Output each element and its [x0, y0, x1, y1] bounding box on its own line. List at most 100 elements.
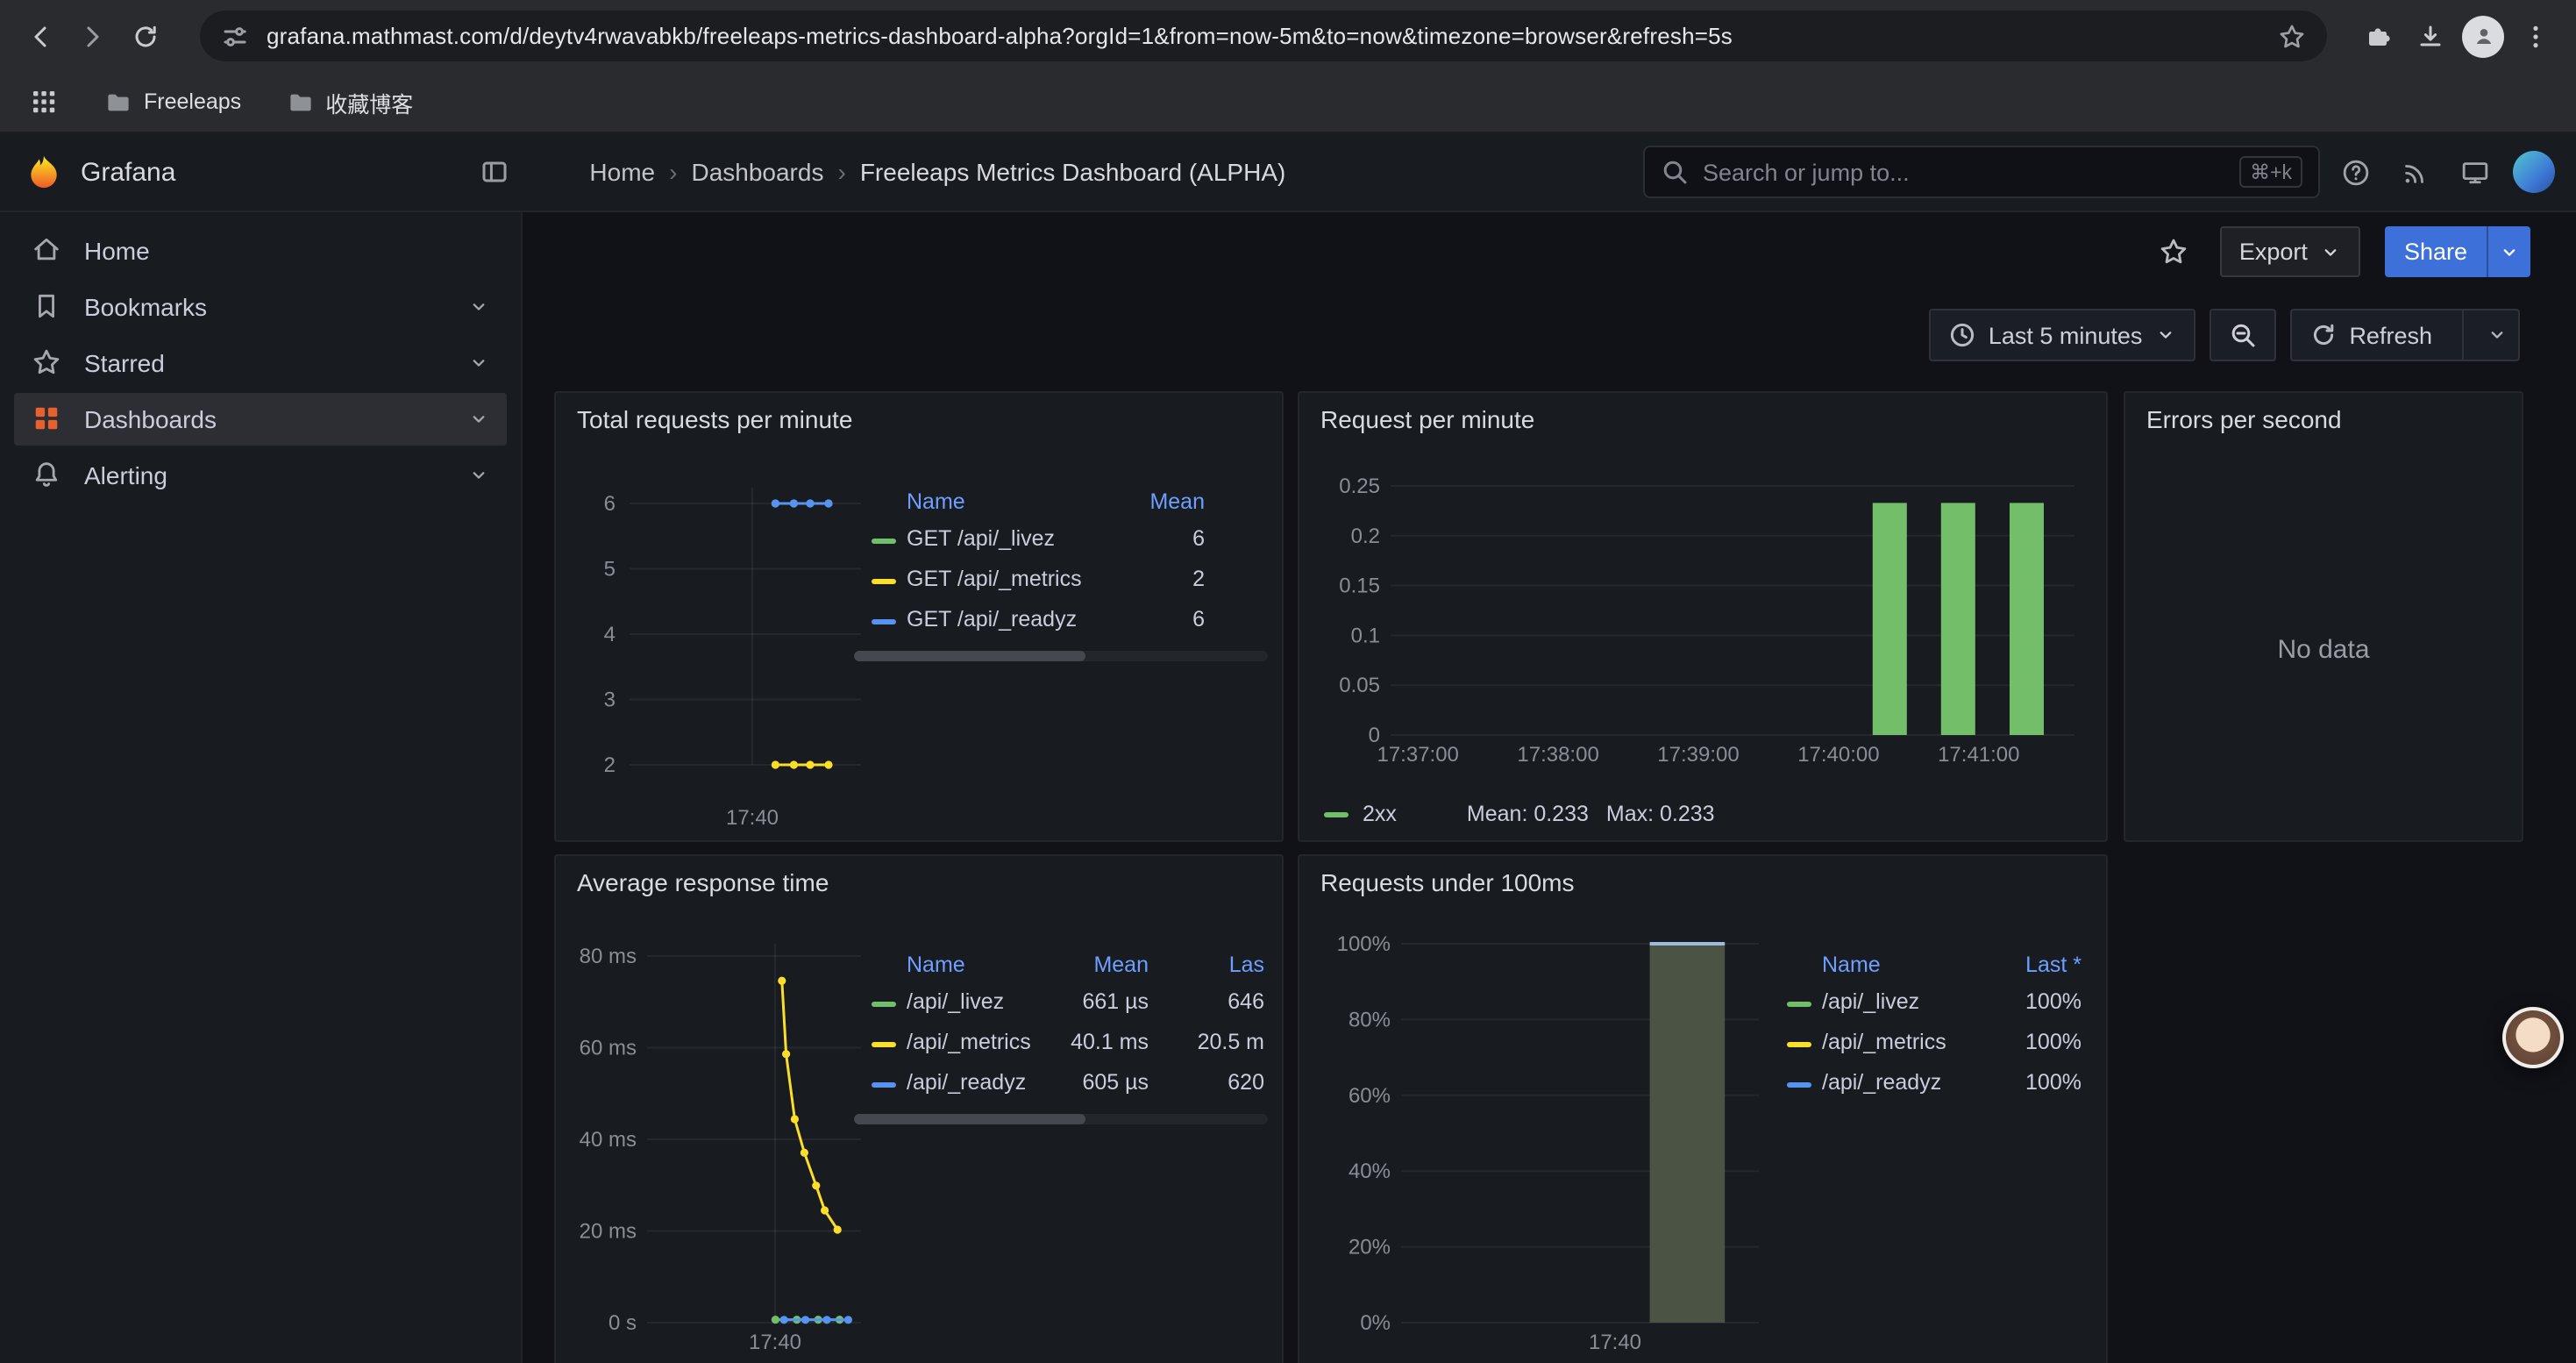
panel-title[interactable]: Errors per second — [2125, 393, 2522, 433]
legend-col-last[interactable]: Last * — [2025, 953, 2081, 977]
panel-title[interactable]: Request per minute — [1299, 393, 2106, 433]
chevron-down-icon[interactable] — [468, 296, 489, 318]
grafana-logo-icon[interactable] — [25, 153, 63, 191]
user-avatar[interactable] — [2513, 151, 2555, 193]
legend-row[interactable]: /api/_readyz605 µs620 — [854, 1065, 1268, 1105]
chevron-down-icon — [2154, 325, 2175, 346]
share-menu-caret[interactable] — [2488, 226, 2530, 277]
refresh-button[interactable]: Refresh — [2289, 309, 2520, 361]
axis-tick-label: 100% — [1337, 932, 1391, 956]
search-input[interactable]: Search or jump to... ⌘+k — [1643, 146, 2320, 198]
legend-scrollbar-thumb[interactable] — [854, 651, 1085, 661]
legend-row[interactable]: /api/_metrics100% — [1769, 1024, 2089, 1065]
apps-grid-icon[interactable] — [18, 75, 70, 128]
legend-series-name[interactable]: /api/_readyz — [907, 1070, 1026, 1095]
legend-series-name[interactable]: /api/_readyz — [1822, 1070, 1941, 1095]
series-point — [821, 1206, 829, 1214]
series-swatch — [1787, 1042, 1811, 1047]
legend-col-last[interactable]: Las — [1229, 953, 1264, 977]
sidebar-item-label: Bookmarks — [84, 293, 207, 321]
legend-series-name[interactable]: GET /api/_readyz — [907, 607, 1077, 632]
favorite-star-icon[interactable] — [2153, 231, 2195, 273]
zoom-out-button[interactable] — [2209, 309, 2275, 361]
chart-canvas[interactable]: 6543217:40 — [566, 446, 875, 838]
browser-toolbar: grafana.mathmast.com/d/deytv4rwavabkb/fr… — [0, 0, 2576, 72]
axis-tick-label: 3 — [604, 689, 616, 712]
chart-canvas[interactable]: 0.250.20.150.10.05017:37:0017:38:0017:39… — [1310, 446, 2089, 796]
sidebar-item-bookmarks[interactable]: Bookmarks — [14, 281, 507, 333]
series-point — [812, 1181, 820, 1189]
breadcrumb-dashboards[interactable]: Dashboards — [691, 158, 823, 186]
legend-series-name[interactable]: GET /api/_livez — [907, 526, 1055, 551]
bookmark-folder-blogs[interactable]: 收藏博客 — [276, 80, 423, 124]
bookmark-star-icon[interactable] — [2278, 22, 2306, 50]
share-button[interactable]: Share — [2385, 226, 2530, 277]
legend-col-name[interactable]: Name — [907, 489, 965, 514]
legend-scrollbar-thumb[interactable] — [854, 1114, 1085, 1124]
sidebar-item-starred[interactable]: Starred — [14, 337, 507, 389]
address-bar[interactable]: grafana.mathmast.com/d/deytv4rwavabkb/fr… — [200, 11, 2327, 61]
forward-icon[interactable] — [67, 10, 119, 62]
chevron-down-icon[interactable] — [468, 465, 489, 486]
chart-canvas[interactable]: 100%80%60%40%20%0%17:40 — [1310, 909, 1762, 1363]
legend-row[interactable]: /api/_metrics40.1 ms20.5 m — [854, 1024, 1268, 1065]
breadcrumb-home[interactable]: Home — [589, 158, 655, 186]
series-point — [844, 1316, 852, 1324]
panel-requests-under-100ms: Requests under 100ms 100%80%60%40%20%0%1… — [1298, 854, 2108, 1363]
site-settings-icon[interactable] — [221, 22, 249, 50]
time-range-picker[interactable]: Last 5 minutes — [1929, 309, 2195, 361]
panel-title[interactable]: Total requests per minute — [556, 393, 1282, 433]
help-icon[interactable] — [2330, 147, 2380, 196]
bookmark-label: Freeleaps — [144, 89, 241, 114]
legend-series-name[interactable]: 2xx — [1363, 802, 1397, 826]
sidebar-item-alerting[interactable]: Alerting — [14, 449, 507, 502]
assistant-avatar-button[interactable] — [2502, 1007, 2564, 1068]
display-icon[interactable] — [2450, 147, 2499, 196]
legend-series-name[interactable]: /api/_metrics — [907, 1030, 1031, 1054]
refresh-interval-caret[interactable] — [2476, 325, 2518, 346]
legend-series-name[interactable]: /api/_livez — [907, 989, 1004, 1014]
profile-icon[interactable] — [2457, 10, 2509, 62]
share-label: Share — [2385, 226, 2487, 277]
browser-menu-icon[interactable] — [2509, 10, 2562, 62]
collapse-sidebar-icon[interactable] — [470, 147, 519, 196]
export-button[interactable]: Export — [2220, 226, 2360, 277]
sidebar-item-dashboards[interactable]: Dashboards — [14, 393, 507, 446]
chevron-down-icon[interactable] — [468, 353, 489, 374]
panel-errors-per-second: Errors per second No data — [2124, 391, 2523, 842]
chart-canvas[interactable]: 80 ms60 ms40 ms20 ms0 s17:40 — [566, 909, 875, 1363]
legend-row[interactable]: /api/_readyz100% — [1769, 1065, 2089, 1105]
sidebar-item-home[interactable]: Home — [14, 225, 507, 277]
back-icon[interactable] — [14, 10, 67, 62]
news-icon[interactable] — [2390, 147, 2439, 196]
legend-col-mean[interactable]: Mean — [1149, 489, 1205, 514]
legend-col-name[interactable]: Name — [1822, 953, 1881, 977]
legend-value: 100% — [2025, 989, 2081, 1014]
axis-tick-label: 0 s — [608, 1311, 637, 1335]
dashboard-toolbar: Export Share — [2153, 226, 2530, 277]
url-text[interactable]: grafana.mathmast.com/d/deytv4rwavabkb/fr… — [267, 23, 2278, 49]
legend-series-name[interactable]: GET /api/_metrics — [907, 567, 1082, 591]
legend-col-mean[interactable]: Mean — [1093, 953, 1149, 977]
downloads-icon[interactable] — [2404, 10, 2457, 62]
legend-row[interactable]: GET /api/_livez6 — [854, 521, 1268, 561]
legend-row[interactable]: GET /api/_metrics2 — [854, 561, 1268, 602]
extensions-icon[interactable] — [2352, 10, 2404, 62]
legend-header: Name Mean Las — [854, 947, 1268, 984]
legend-row[interactable]: GET /api/_readyz6 — [854, 602, 1268, 642]
reload-icon[interactable] — [119, 10, 172, 62]
legend-series-name[interactable]: /api/_metrics — [1822, 1030, 1946, 1054]
panel-title[interactable]: Requests under 100ms — [1299, 856, 2106, 896]
panel-title[interactable]: Average response time — [556, 856, 1282, 896]
bookmark-folder-freeleaps[interactable]: Freeleaps — [95, 83, 252, 120]
legend-row[interactable]: /api/_livez661 µs646 — [854, 984, 1268, 1024]
legend-scrollbar[interactable] — [854, 651, 1268, 661]
legend-series-name[interactable]: /api/_livez — [1822, 989, 1919, 1014]
legend-row[interactable]: /api/_livez 100% — [1769, 984, 2089, 1024]
legend-col-name[interactable]: Name — [907, 953, 965, 977]
folder-icon — [287, 89, 313, 115]
legend-scrollbar[interactable] — [854, 1114, 1268, 1124]
legend-header: Name Last * — [1769, 947, 2089, 984]
refresh-main[interactable]: Refresh — [2291, 321, 2450, 349]
chevron-down-icon[interactable] — [468, 409, 489, 430]
